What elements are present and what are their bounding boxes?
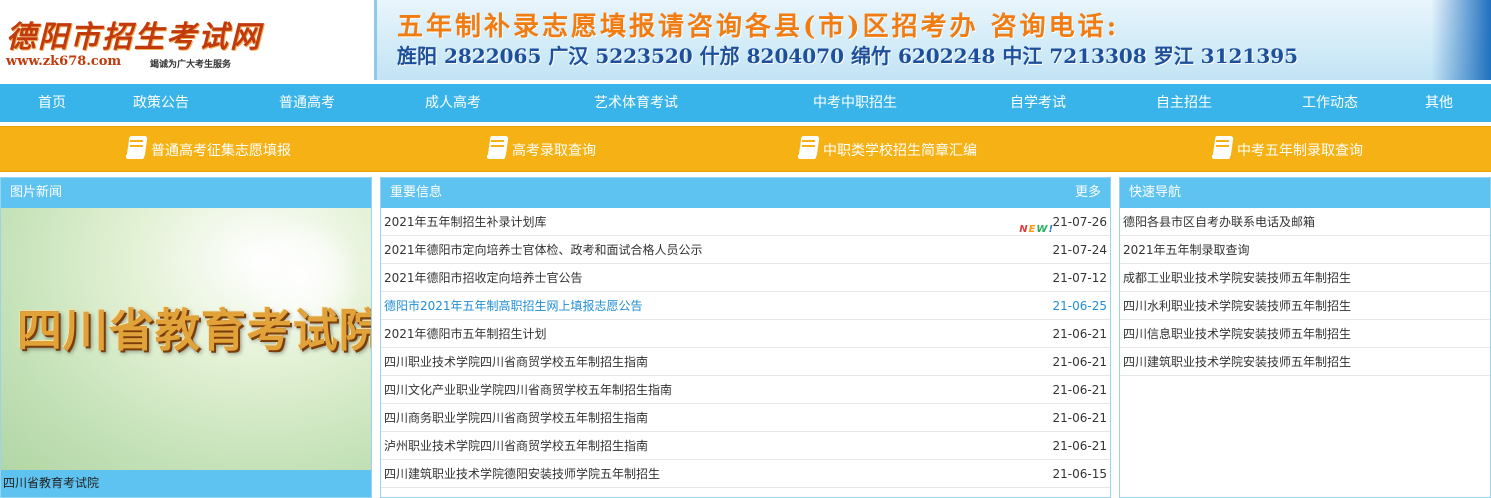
important-info-title: 重要信息 [390,185,443,200]
quick-link-five-year-admission[interactable]: 中考五年制录取查询 [1211,127,1363,173]
header-banner: 五年制补录志愿填报请咨询各县(市)区招考办 咨询电话: 旌阳 2822065 广… [374,0,1491,80]
nav-item-other[interactable]: 其他 [1425,84,1453,122]
quick-link-gaokao-admission[interactable]: 高考录取查询 [486,127,596,173]
important-info-list: 2021年五年制招生补录计划库 NEW! 21-07-26 2021年德阳市定向培养士… [381,208,1110,488]
quick-nav-header: 快速导航 [1120,178,1490,208]
news-row[interactable]: 泸州职业技术学院四川省商贸学校五年制招生指南 21-06-21 [381,432,1110,460]
news-row[interactable]: 2021年五年制招生补录计划库 NEW! 21-07-26 [381,208,1110,236]
quick-link-label: 普通高考征集志愿填报 [151,143,291,159]
news-date: 21-06-21 [1052,411,1107,425]
quick-link-label: 中考五年制录取查询 [1237,143,1363,159]
quick-nav-list: 德阳各县市区自考办联系电话及邮箱 2021年五年制录取查询 成都工业职业技术学院安装… [1120,208,1490,376]
quick-nav-item[interactable]: 四川建筑职业技术学院安装技师五年制招生 [1120,348,1490,376]
news-date: 21-07-12 [1052,271,1107,285]
banner-headline: 五年制补录志愿填报请咨询各县(市)区招考办 咨询电话: [397,12,1120,42]
news-row[interactable]: 四川建筑职业技术学院德阳安装技师学院五年制招生 21-06-15 [381,460,1110,488]
book-icon [1211,135,1234,161]
book-icon [486,135,509,161]
nav-item-home[interactable]: 首页 [38,84,66,122]
quick-nav-item[interactable]: 四川信息职业技术学院安装技师五年制招生 [1120,320,1490,348]
important-info-panel: 重要信息 更多 2021年五年制招生补录计划库 NEW! 21-07-26 2021年… [380,177,1111,498]
news-date: 21-07-26 [1052,215,1107,229]
nav-item-work-news[interactable]: 工作动态 [1302,84,1358,122]
book-icon [125,135,148,161]
photo-news-image-text: 四川省教育考试院 [17,304,371,357]
nav-item-adult-exam[interactable]: 成人高考 [425,84,481,122]
news-date: 21-06-21 [1052,355,1107,369]
news-row[interactable]: 2021年德阳市五年制招生计划 21-06-21 [381,320,1110,348]
nav-item-self-study[interactable]: 自学考试 [1010,84,1066,122]
banner-phone-numbers: 旌阳 2822065 广汉 5223520 什邡 8204070 绵竹 6202… [397,44,1299,68]
nav-item-arts-sports[interactable]: 艺术体育考试 [594,84,678,122]
photo-news-panel: 图片新闻 四川省教育考试院 四川省教育考试院 [0,177,372,498]
quick-link-label: 中职类学校招生简章汇编 [823,143,977,159]
nav-item-zhongkao[interactable]: 中考中职招生 [813,84,897,122]
news-row[interactable]: 2021年德阳市招收定向培养士官公告 21-07-12 [381,264,1110,292]
news-title: 2021年五年制招生补录计划库 [384,215,547,229]
photo-news-image[interactable]: 四川省教育考试院 [1,208,371,470]
quick-links-bar: 普通高考征集志愿填报 高考录取查询 中职类学校招生简章汇编 中考五年制录取查询 [0,126,1491,172]
news-title: 2021年德阳市五年制招生计划 [384,327,547,341]
more-link[interactable]: 更多 [1075,178,1101,208]
photo-news-caption[interactable]: 四川省教育考试院 [1,470,371,497]
quick-link-vocational-brochures[interactable]: 中职类学校招生简章汇编 [797,127,977,173]
quick-nav-panel: 快速导航 德阳各县市区自考办联系电话及邮箱 2021年五年制录取查询 成都工业职业技… [1119,177,1491,498]
quick-nav-item[interactable]: 德阳各县市区自考办联系电话及邮箱 [1120,208,1490,236]
news-date: 21-06-21 [1052,327,1107,341]
news-row[interactable]: 四川商务职业学院四川省商贸学校五年制招生指南 21-06-21 [381,404,1110,432]
news-row[interactable]: 四川职业技术学院四川省商贸学校五年制招生指南 21-06-21 [381,348,1110,376]
news-title: 四川职业技术学院四川省商贸学校五年制招生指南 [384,355,649,369]
news-title: 四川建筑职业技术学院德阳安装技师学院五年制招生 [384,467,661,481]
site-logo[interactable]: 德阳市招生考试网 www.zk678.com 竭诚为广大考生服务 [4,10,260,72]
quick-link-label: 高考录取查询 [512,143,596,159]
book-icon [797,135,820,161]
news-date: 21-06-15 [1052,467,1107,481]
logo-url: www.zk678.com [6,54,122,69]
logo-slogan: 竭诚为广大考生服务 [150,60,232,70]
news-row[interactable]: 2021年德阳市定向培养士官体检、政考和面试合格人员公示 21-07-24 [381,236,1110,264]
news-title: 四川文化产业职业学院四川省商贸学校五年制招生指南 [384,383,673,397]
banner-swoosh [1431,0,1491,80]
main-nav: 首页 政策公告 普通高考 成人高考 艺术体育考试 中考中职招生 自学考试 自主招… [0,84,1491,122]
quick-nav-item[interactable]: 四川水利职业技术学院安装技师五年制招生 [1120,292,1490,320]
news-date: 21-06-25 [1052,299,1107,313]
logo-title: 德阳市招生考试网 [6,20,262,55]
news-date: 21-06-21 [1052,439,1107,453]
nav-item-policy[interactable]: 政策公告 [133,84,189,122]
important-info-header: 重要信息 更多 [381,178,1110,208]
nav-item-gaokao[interactable]: 普通高考 [279,84,335,122]
news-date: 21-06-21 [1052,383,1107,397]
site-header: 德阳市招生考试网 www.zk678.com 竭诚为广大考生服务 五年制补录志愿… [0,0,1491,82]
news-date: 21-07-24 [1052,243,1107,257]
news-title: 2021年德阳市招收定向培养士官公告 [384,271,583,285]
news-title: 泸州职业技术学院四川省商贸学校五年制招生指南 [384,439,649,453]
news-title: 2021年德阳市定向培养士官体检、政考和面试合格人员公示 [384,243,703,257]
nav-item-independent[interactable]: 自主招生 [1156,84,1212,122]
news-row[interactable]: 德阳市2021年五年制高职招生网上填报志愿公告 21-06-25 [381,292,1110,320]
quick-nav-item[interactable]: 成都工业职业技术学院安装技师五年制招生 [1120,264,1490,292]
page: 德阳市招生考试网 www.zk678.com 竭诚为广大考生服务 五年制补录志愿… [0,0,1491,498]
news-title: 四川商务职业学院四川省商贸学校五年制招生指南 [384,411,649,425]
quick-nav-item[interactable]: 2021年五年制录取查询 [1120,236,1490,264]
quick-link-gaokao-volunteer[interactable]: 普通高考征集志愿填报 [125,127,291,173]
news-title: 德阳市2021年五年制高职招生网上填报志愿公告 [384,299,643,313]
news-row[interactable]: 四川文化产业职业学院四川省商贸学校五年制招生指南 21-06-21 [381,376,1110,404]
photo-news-header: 图片新闻 [1,178,371,208]
